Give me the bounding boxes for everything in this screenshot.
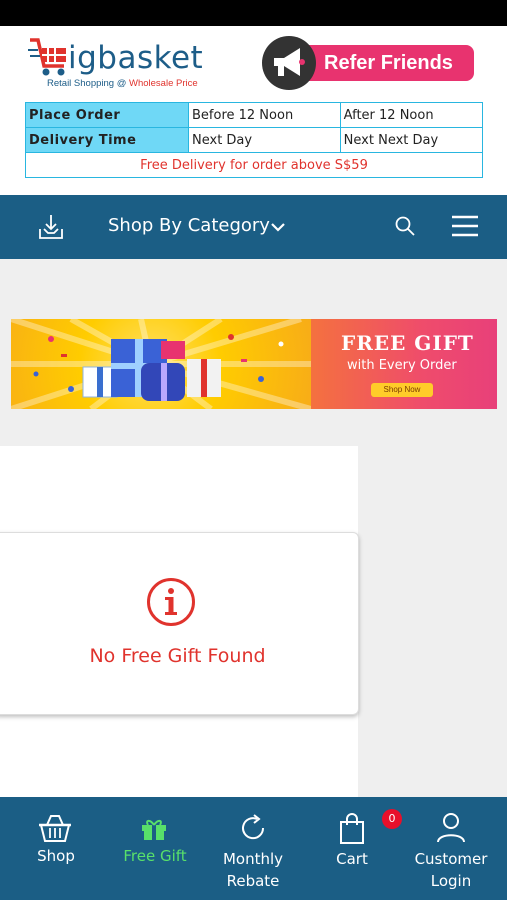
bigbasket-logo[interactable]: igbasket Retail Shopping @ Wholesale Pri… xyxy=(28,36,218,92)
tab-customer-login-line1: Customer xyxy=(414,850,488,868)
banner-subtitle: with Every Order xyxy=(347,358,457,373)
download-icon[interactable] xyxy=(37,213,65,241)
refer-friends-button[interactable]: Refer Friends xyxy=(262,36,474,90)
tagline-part1: Retail Shopping @ xyxy=(47,78,129,89)
basket-icon xyxy=(39,815,71,842)
hamburger-menu-icon[interactable] xyxy=(451,215,479,237)
tab-free-gift[interactable]: Free Gift xyxy=(110,797,200,900)
empty-state-card: No Free Gift Found xyxy=(0,532,359,715)
table-row: Place Order Before 12 Noon After 12 Noon xyxy=(25,102,484,128)
tab-cart-label: Cart xyxy=(336,850,368,868)
delivery-time-next-day: Next Day xyxy=(188,127,341,153)
logo-text: igbasket xyxy=(68,40,204,76)
megaphone-icon xyxy=(274,48,305,76)
tab-monthly-rebate[interactable]: Monthly Rebate xyxy=(210,797,296,900)
banner-gift-graphic xyxy=(11,319,321,409)
place-order-after: After 12 Noon xyxy=(339,102,484,128)
tab-free-gift-label: Free Gift xyxy=(123,847,187,865)
chevron-down-icon[interactable] xyxy=(270,221,286,233)
tab-customer-login[interactable]: Customer Login xyxy=(406,797,496,900)
logo-tagline: Retail Shopping @ Wholesale Price xyxy=(47,78,198,89)
table-row: Delivery Time Next Day Next Next Day xyxy=(25,127,484,153)
refresh-icon xyxy=(242,814,265,840)
refer-friends-label: Refer Friends xyxy=(298,45,474,81)
cart-logo-icon xyxy=(28,38,66,76)
search-icon[interactable] xyxy=(394,215,416,237)
tagline-part2: Wholesale Price xyxy=(129,78,198,89)
cart-count-badge: 0 xyxy=(382,809,402,829)
status-bar xyxy=(0,0,507,26)
free-gift-banner[interactable]: FREE GIFT with Every Order Shop Now xyxy=(11,319,497,409)
delivery-time-next-next-day: Next Next Day xyxy=(339,127,484,153)
shopping-bag-icon xyxy=(340,813,364,844)
shop-now-button[interactable]: Shop Now xyxy=(371,383,433,397)
table-row: Free Delivery for order above S$59 xyxy=(25,152,483,178)
user-icon xyxy=(437,813,465,843)
banner-title: FREE GIFT xyxy=(341,331,474,355)
gift-icon xyxy=(142,819,166,840)
refer-circle xyxy=(262,36,316,90)
delivery-schedule-table: Place Order Before 12 Noon After 12 Noon… xyxy=(25,102,484,178)
free-delivery-note: Free Delivery for order above S$59 xyxy=(25,152,483,178)
place-order-label: Place Order xyxy=(25,102,189,128)
tab-shop[interactable]: Shop xyxy=(16,797,96,900)
delivery-time-label: Delivery Time xyxy=(25,127,189,153)
tab-monthly-rebate-line1: Monthly xyxy=(222,850,284,868)
gift-boxes-illustration xyxy=(11,319,321,409)
place-order-before: Before 12 Noon xyxy=(188,102,341,128)
tab-monthly-rebate-line2: Rebate xyxy=(226,872,280,890)
shop-by-category-dropdown[interactable]: Shop By Category xyxy=(108,215,270,236)
info-icon xyxy=(147,578,195,626)
tab-cart[interactable]: 0 Cart xyxy=(312,797,402,900)
header: igbasket Retail Shopping @ Wholesale Pri… xyxy=(0,26,507,195)
bottom-navigation: Shop Free Gift Monthly Rebate 0 Cart Cus… xyxy=(0,797,507,900)
category-navbar: Shop By Category xyxy=(0,195,507,259)
tab-shop-label: Shop xyxy=(37,847,75,865)
no-free-gift-message: No Free Gift Found xyxy=(89,645,266,667)
tab-customer-login-line2: Login xyxy=(430,872,472,890)
